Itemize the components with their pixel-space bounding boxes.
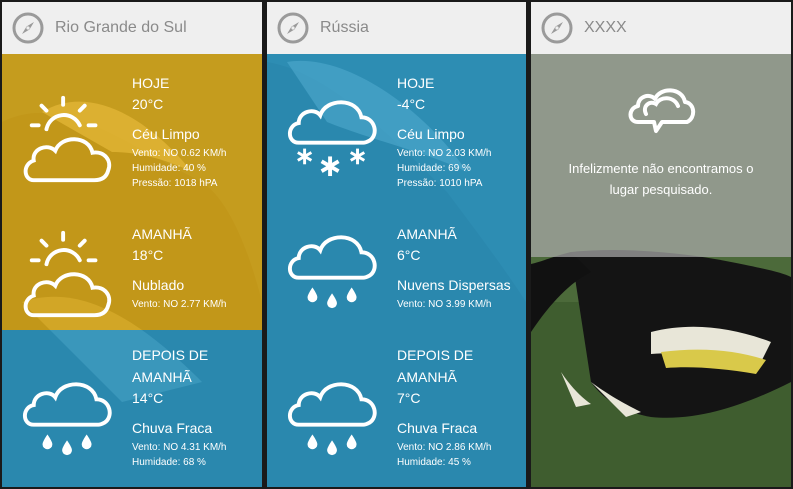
forecast-day-line2: AMANHÃ xyxy=(132,369,192,385)
forecast-description: Céu Limpo xyxy=(397,126,465,142)
weather-panel-rio-grande: Rio Grande do Sul HOJE 20°C Céu Limpo Ve… xyxy=(2,2,262,487)
sun-cloud-icon xyxy=(20,225,118,323)
forecast-day: AMANHÃ xyxy=(397,226,457,242)
rain-cloud-icon xyxy=(285,215,383,313)
forecast-day: AMANHÃ xyxy=(132,226,192,242)
forecast-wind: Vento: NO 2.86 KM/h xyxy=(397,442,492,453)
forecast-text: DEPOIS DE AMANHÃ 14°C Chuva Fraca Vento:… xyxy=(132,344,227,470)
forecast-wind: Vento: NO 2.77 KM/h xyxy=(132,299,227,310)
forecast-description: Céu Limpo xyxy=(132,126,200,142)
forecast-temperature: 20°C xyxy=(132,96,164,112)
weather-panel-not-found: XXXX Infelizmente não encontramos o luga… xyxy=(531,2,791,487)
forecast-text: AMANHÃ 18°C Nublado Vento: NO 2.77 KM/h xyxy=(132,223,227,312)
location-header[interactable]: Rússia xyxy=(267,2,526,54)
compass-icon[interactable] xyxy=(276,11,310,45)
rain-cloud-icon xyxy=(20,362,118,460)
forecast-day-line2: AMANHÃ xyxy=(397,369,457,385)
location-header[interactable]: XXXX xyxy=(531,2,791,54)
forecast-description: Nublado xyxy=(132,277,185,293)
forecast-humidity: Humidade: 68 % xyxy=(132,457,206,468)
forecast-humidity: Humidade: 45 % xyxy=(397,457,471,468)
forecast-day: HOJE xyxy=(397,75,435,91)
cloud-speech-icon xyxy=(626,84,696,142)
forecast-tomorrow: AMANHÃ 18°C Nublado Vento: NO 2.77 KM/h xyxy=(2,207,262,330)
snow-cloud-icon xyxy=(285,80,383,178)
forecast-pressure: Pressão: 1010 hPA xyxy=(397,178,483,189)
forecast-today: HOJE 20°C Céu Limpo Vento: NO 0.62 KM/h … xyxy=(2,54,262,207)
forecast-text: HOJE 20°C Céu Limpo Vento: NO 0.62 KM/h … xyxy=(132,72,227,191)
forecast-pressure: Pressão: 1018 hPA xyxy=(132,178,218,189)
compass-icon[interactable] xyxy=(540,11,574,45)
rain-cloud-icon xyxy=(285,362,383,460)
forecast-today: HOJE -4°C Céu Limpo Vento: NO 2.03 KM/h … xyxy=(267,54,526,207)
weather-panel-russia: Rússia HOJE -4°C Céu Limpo Vento: NO 2.0… xyxy=(267,2,526,487)
forecast-after-tomorrow: DEPOIS DE AMANHÃ 14°C Chuva Fraca Vento:… xyxy=(2,330,262,487)
location-header[interactable]: Rio Grande do Sul xyxy=(2,2,262,54)
forecast-day: HOJE xyxy=(132,75,170,91)
forecast-text: HOJE -4°C Céu Limpo Vento: NO 2.03 KM/h … xyxy=(397,72,492,191)
forecast-temperature: 7°C xyxy=(397,390,421,406)
forecast-text: DEPOIS DE AMANHÃ 7°C Chuva Fraca Vento: … xyxy=(397,344,492,470)
forecast-day: DEPOIS DE xyxy=(397,347,474,363)
forecast-tomorrow: AMANHÃ 6°C Nuvens Dispersas Vento: NO 3.… xyxy=(267,207,526,330)
not-found-message-box: Infelizmente não encontramos o lugar pes… xyxy=(531,54,791,257)
forecast-humidity: Humidade: 40 % xyxy=(132,163,206,174)
forecast-description: Nuvens Dispersas xyxy=(397,277,511,293)
forecast-wind: Vento: NO 0.62 KM/h xyxy=(132,148,227,159)
location-title: Rússia xyxy=(320,19,369,36)
forecast-humidity: Humidade: 69 % xyxy=(397,163,471,174)
forecast-temperature: 14°C xyxy=(132,390,164,406)
forecast-text: AMANHÃ 6°C Nuvens Dispersas Vento: NO 3.… xyxy=(397,223,511,312)
location-title: XXXX xyxy=(584,19,627,36)
forecast-after-tomorrow: DEPOIS DE AMANHÃ 7°C Chuva Fraca Vento: … xyxy=(267,330,526,487)
forecast-description: Chuva Fraca xyxy=(397,420,478,436)
forecast-temperature: -4°C xyxy=(397,96,426,112)
compass-icon[interactable] xyxy=(11,11,45,45)
location-title: Rio Grande do Sul xyxy=(55,19,187,36)
forecast-wind: Vento: NO 2.03 KM/h xyxy=(397,148,492,159)
forecast-wind: Vento: NO 4.31 KM/h xyxy=(132,442,227,453)
forecast-wind: Vento: NO 3.99 KM/h xyxy=(397,299,492,310)
forecast-day: DEPOIS DE xyxy=(132,347,209,363)
forecast-description: Chuva Fraca xyxy=(132,420,213,436)
forecast-temperature: 18°C xyxy=(132,247,164,263)
sun-cloud-icon xyxy=(20,90,118,188)
forecast-temperature: 6°C xyxy=(397,247,421,263)
not-found-message: Infelizmente não encontramos o lugar pes… xyxy=(568,161,754,197)
